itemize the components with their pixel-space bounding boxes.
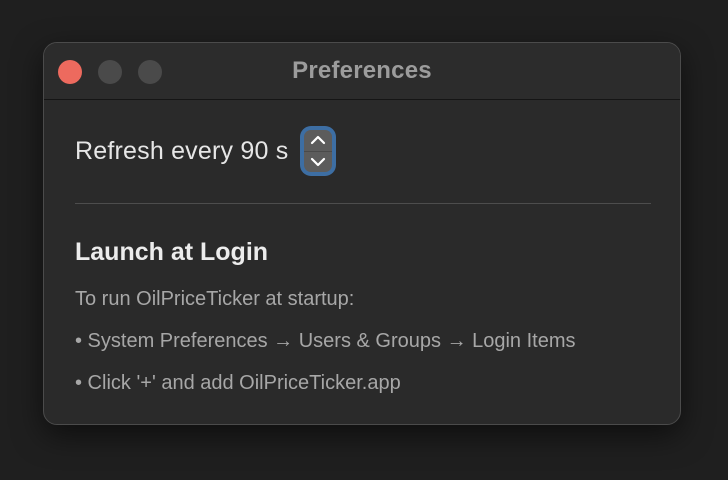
section-divider — [75, 203, 651, 204]
launch-step-2: • Click '+' and add OilPriceTicker.app — [75, 372, 401, 394]
refresh-interval-stepper[interactable] — [300, 126, 337, 176]
stepper-decrement-button[interactable] — [304, 150, 333, 173]
stepper-increment-button[interactable] — [304, 130, 332, 151]
chevron-up-icon — [311, 136, 326, 145]
refresh-interval-row: Refresh every 90 s — [75, 125, 337, 177]
refresh-interval-label: Refresh every 90 s — [75, 136, 289, 165]
title-bar[interactable]: Preferences — [44, 43, 680, 100]
chevron-down-icon — [311, 157, 326, 166]
launch-at-login-heading: Launch at Login — [75, 238, 269, 266]
stepper-body — [304, 130, 333, 173]
launch-step-1: • System Preferences → Users & Groups → … — [75, 330, 576, 352]
preferences-window: Preferences Refresh every 90 s Launch at… — [43, 42, 681, 425]
desktop-background: Preferences Refresh every 90 s Launch at… — [0, 0, 728, 480]
window-title: Preferences — [292, 57, 432, 84]
launch-instructions-intro: To run OilPriceTicker at startup: — [75, 288, 355, 310]
